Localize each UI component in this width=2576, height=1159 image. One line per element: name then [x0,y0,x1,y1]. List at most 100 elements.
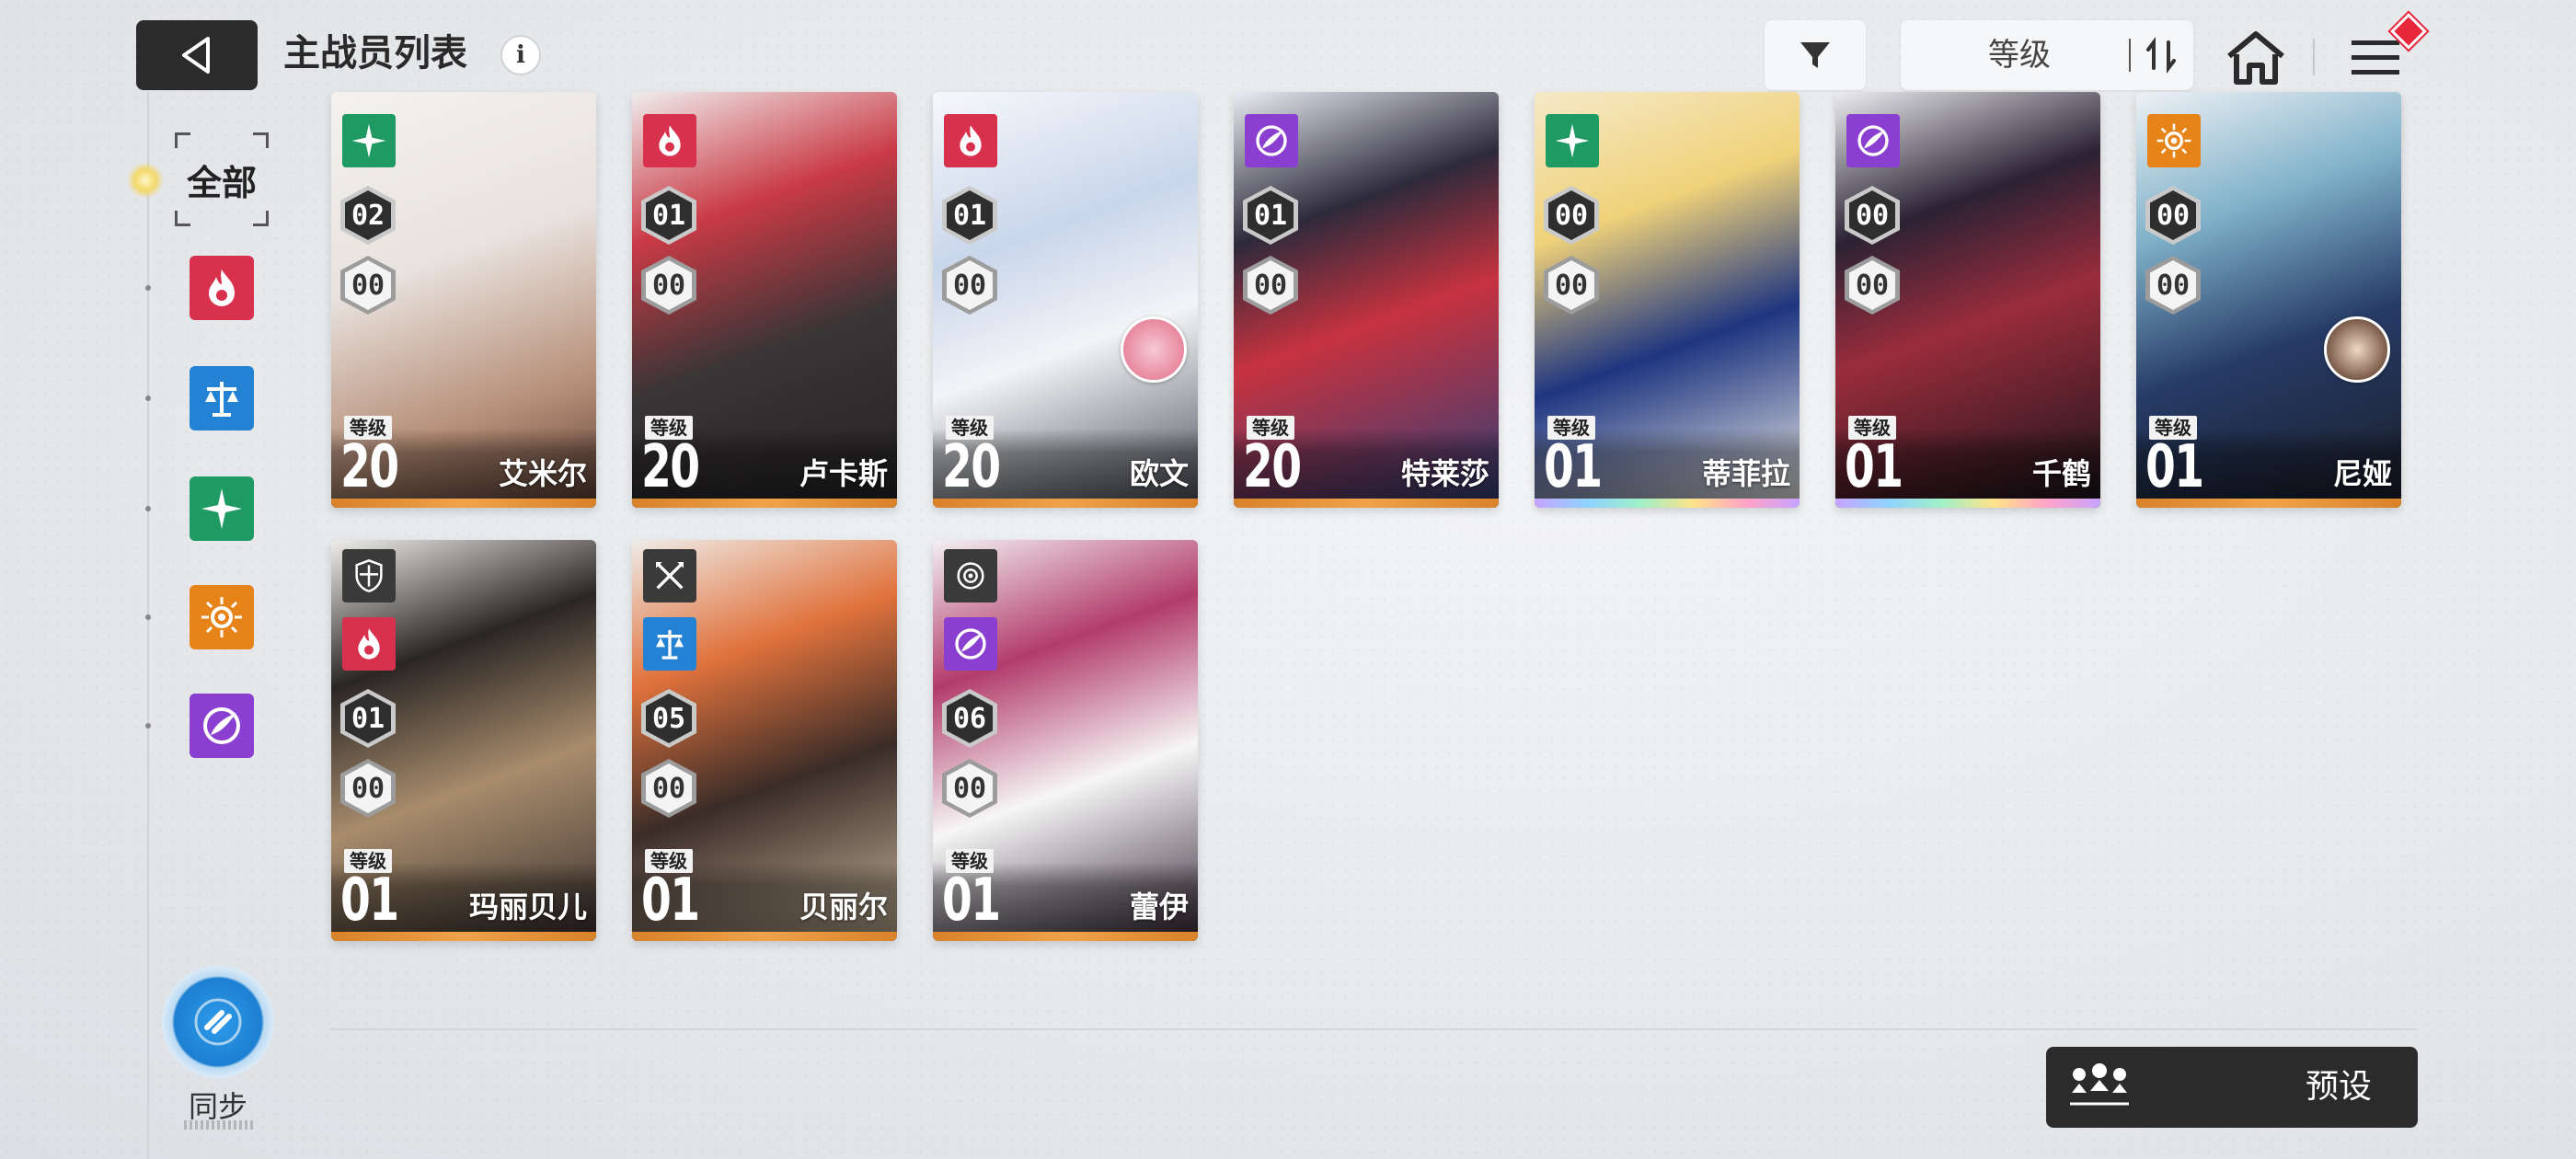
filter-fire[interactable] [190,256,254,320]
operator-name: 千鹤 [2031,456,2091,491]
rarity-bar [1835,499,2100,508]
sidebar-dot [145,285,151,291]
filter-funnel-icon [1800,42,1830,68]
companion-avatar [2324,316,2390,383]
rank-value: 05 [651,702,686,735]
level-value: 01 [340,866,399,935]
back-button[interactable] [136,20,258,90]
enhance-value: 00 [2156,269,2191,302]
operator-card[interactable]: 00 00 等级 01 蒂菲拉 [1535,92,1800,508]
rank-value: 01 [651,199,686,232]
target-role-icon [944,549,997,602]
enhance-value: 00 [1554,269,1589,302]
filter-void[interactable] [190,694,254,758]
sync-decoration [184,1120,254,1130]
sun-element-icon [2147,114,2201,167]
sort-label: 等级 [1988,37,2051,74]
fire-element-icon [209,270,235,306]
operator-card[interactable]: 05 00 等级 01 贝丽尔 [632,540,897,941]
rank-value: 00 [2156,199,2191,232]
rarity-bar [2136,499,2401,508]
rank-value: 01 [351,702,385,735]
enhance-value: 00 [351,772,385,805]
wind-cross-element-icon [201,488,242,529]
rarity-bar [632,932,897,941]
filter-balance[interactable] [190,366,254,430]
rarity-bar [1234,499,1499,508]
home-button[interactable] [2221,24,2291,90]
info-icon[interactable]: i [500,35,541,75]
sort-order-toggle[interactable] [2129,20,2193,90]
level-value: 01 [942,866,1001,935]
companion-avatar [1121,316,1187,383]
operator-card[interactable]: 01 00 等级 01 玛丽贝儿 [331,540,596,941]
shield-role-icon [342,549,396,602]
content-divider [329,1028,2418,1030]
sun-element-icon [201,597,242,637]
rank-value: 06 [952,702,987,735]
operator-name: 特莱莎 [1400,456,1489,491]
enhance-value: 00 [952,269,987,302]
operator-card[interactable]: 06 00 等级 01 蕾伊 [933,540,1198,941]
operator-card[interactable]: 00 00 等级 01 千鹤 [1835,92,2100,508]
rank-value: 00 [1855,199,1890,232]
sidebar-dot [145,506,151,511]
enhance-value: 00 [1253,269,1288,302]
balance-element-icon [643,617,696,671]
selected-glow-icon [127,162,164,199]
topbar-separator [2313,39,2315,75]
operator-card[interactable]: 01 00 等级 20 欧文 [933,92,1198,508]
level-value: 01 [641,866,700,935]
enhance-value: 00 [651,269,686,302]
operator-name: 卢卡斯 [799,456,888,491]
filter-sun[interactable] [190,585,254,649]
level-value: 01 [2145,433,2204,501]
team-preset-icon [2070,1063,2129,1106]
filter-button[interactable] [1765,20,1866,90]
filter-all[interactable]: 全部 [175,132,269,226]
rarity-bar [933,499,1198,508]
rarity-bar [331,932,596,941]
operator-card[interactable]: 01 00 等级 20 特莱莎 [1234,92,1499,508]
preset-button[interactable]: 预设 [2046,1047,2418,1128]
level-value: 20 [641,433,700,501]
rank-value: 00 [1554,199,1589,232]
rank-value: 01 [1253,199,1288,232]
blades-role-icon [643,549,696,602]
operator-name: 尼娅 [2332,456,2392,491]
rarity-bar [1535,499,1800,508]
void-element-icon [1846,114,1900,167]
enhance-value: 00 [952,772,987,805]
void-swirl-element-icon [203,707,240,744]
enhance-value: 00 [351,269,385,302]
sidebar-dot [145,614,151,620]
filter-all-label: 全部 [186,162,257,203]
level-value: 20 [1243,433,1302,501]
fire-element-icon [342,617,396,671]
level-value: 01 [1544,433,1603,501]
operator-card[interactable]: 00 00 等级 01 尼娅 [2136,92,2401,508]
rarity-bar [331,499,596,508]
enhance-value: 00 [651,772,686,805]
back-arrow-icon [182,37,210,74]
operator-name: 蒂菲拉 [1701,456,1790,491]
fire-element-icon [643,114,696,167]
void-element-icon [944,617,997,671]
rarity-bar [632,499,897,508]
rarity-bar [933,932,1198,941]
enhance-value: 00 [1855,269,1890,302]
rank-value: 01 [952,199,987,232]
sort-selector[interactable]: 等级 [1901,20,2193,90]
home-icon [2227,31,2284,85]
rank-value: 02 [351,199,385,232]
operator-name: 艾米尔 [498,456,587,491]
preset-label: 预设 [2305,1068,2372,1106]
operator-card[interactable]: 01 00 等级 20 卢卡斯 [632,92,897,508]
wind-element-icon [1546,114,1599,167]
sync-button[interactable] [162,966,274,1078]
sync-link-icon [194,998,242,1046]
filter-wind[interactable] [190,476,254,541]
operator-card[interactable]: 02 00 等级 20 艾米尔 [331,92,596,508]
operator-name: 贝丽尔 [799,889,888,924]
void-element-icon [1245,114,1298,167]
